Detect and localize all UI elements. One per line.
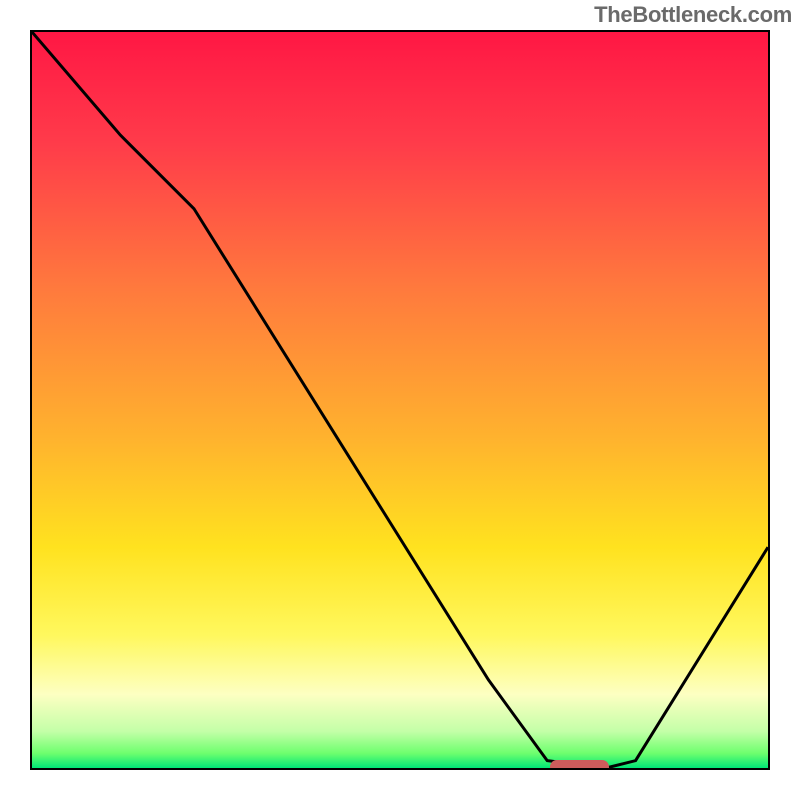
bottleneck-curve bbox=[32, 32, 768, 768]
plot-area bbox=[30, 30, 770, 770]
watermark-text: TheBottleneck.com bbox=[594, 2, 792, 28]
optimal-range-marker bbox=[550, 760, 609, 770]
chart-container: TheBottleneck.com bbox=[0, 0, 800, 800]
